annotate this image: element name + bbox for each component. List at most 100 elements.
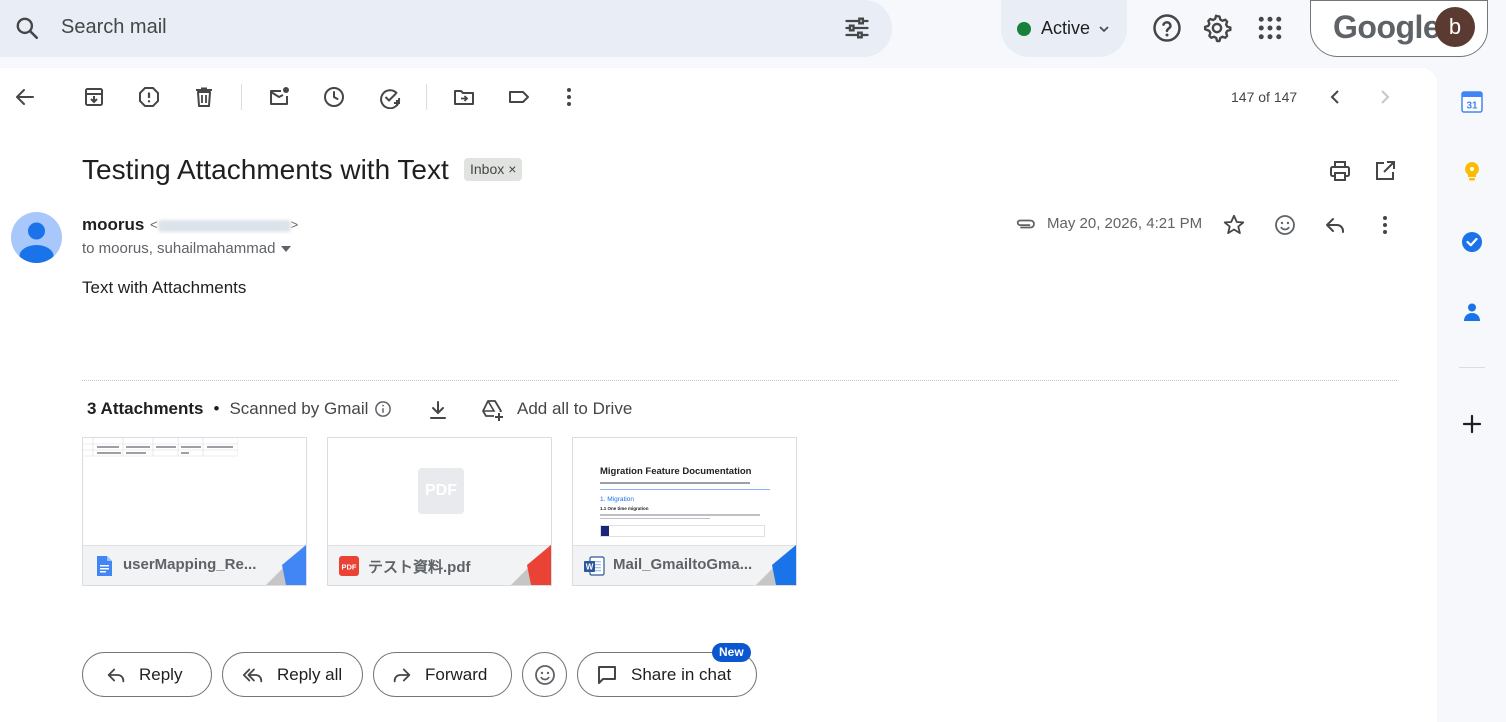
snooze-clock-icon[interactable] xyxy=(322,85,346,109)
report-spam-icon[interactable] xyxy=(137,85,161,109)
attachment-filename: Mail_GmailtoGma... xyxy=(613,556,753,573)
email-bracket-open: < xyxy=(150,217,158,232)
drive-add-icon[interactable] xyxy=(480,398,504,422)
pdf-file-icon: PDF xyxy=(339,556,359,576)
status-dot xyxy=(1017,21,1031,36)
reply-icon xyxy=(107,668,125,682)
more-vert-icon[interactable] xyxy=(557,85,581,109)
add-all-to-drive-button[interactable]: Add all to Drive xyxy=(517,399,632,419)
side-panel: 31 xyxy=(1437,68,1506,722)
status-label: Active xyxy=(1041,18,1091,38)
search-options-icon[interactable] xyxy=(843,14,871,42)
share-in-chat-label: Share in chat xyxy=(631,664,732,684)
info-icon[interactable] xyxy=(374,400,392,418)
preview-title: Migration Feature Documentation xyxy=(600,466,752,477)
attachment-card-spreadsheet[interactable]: userMapping_Re... xyxy=(82,437,307,586)
reply-icon[interactable] xyxy=(1323,213,1347,237)
reply-all-icon xyxy=(242,668,263,682)
sheet-preview-thumbnail xyxy=(83,438,238,458)
svg-text:31: 31 xyxy=(1466,101,1478,112)
inbox-label-chip[interactable]: Inbox × xyxy=(464,158,523,181)
emoji-reaction-icon[interactable] xyxy=(1273,213,1297,237)
move-to-folder-icon[interactable] xyxy=(452,85,476,109)
preview-subheading: 1.1 One time migration xyxy=(600,506,649,511)
sender-email: < > xyxy=(150,217,298,232)
forward-button[interactable]: Forward xyxy=(373,652,512,697)
reply-all-button[interactable]: Reply all xyxy=(222,652,363,697)
download-all-icon[interactable] xyxy=(426,398,450,422)
search-icon[interactable] xyxy=(14,15,40,41)
apps-grid-icon[interactable] xyxy=(1255,13,1285,43)
search-input[interactable]: Search mail xyxy=(61,16,167,39)
preview-text-line xyxy=(600,514,760,516)
email-subject: Testing Attachments with Text xyxy=(82,154,449,185)
word-doc-icon: W xyxy=(584,556,605,576)
attachment-card-pdf[interactable]: PDF PDF テスト資料.pdf xyxy=(327,437,552,586)
attachment-footer: W Mail_GmailtoGma... xyxy=(573,545,796,585)
preview-rule xyxy=(600,489,770,490)
google-docs-icon xyxy=(97,556,112,576)
attachment-filename: userMapping_Re... xyxy=(123,556,257,573)
print-icon[interactable] xyxy=(1328,159,1352,183)
forward-label: Forward xyxy=(425,664,488,684)
file-type-corner xyxy=(266,545,306,585)
caret-down-icon[interactable] xyxy=(281,246,292,253)
pagination-count: 147 of 147 xyxy=(1231,89,1298,105)
recipients-line[interactable]: to moorus, suhailmahammad xyxy=(82,240,292,257)
attachment-footer: userMapping_Re... xyxy=(83,545,306,585)
add-icon[interactable] xyxy=(1461,413,1483,435)
message-view: 147 of 147 Testing Attachments with Text… xyxy=(0,68,1437,722)
reply-all-label: Reply all xyxy=(277,664,343,684)
file-type-corner xyxy=(511,545,551,585)
emoji-react-button[interactable] xyxy=(522,652,567,697)
keep-icon[interactable] xyxy=(1461,160,1483,182)
email-bracket-close: > xyxy=(290,217,299,232)
back-arrow-icon[interactable] xyxy=(13,85,37,109)
person-icon xyxy=(19,222,54,263)
contacts-icon[interactable] xyxy=(1461,301,1483,323)
preview-embed-box xyxy=(600,525,765,537)
mark-unread-icon[interactable] xyxy=(267,85,291,109)
add-to-tasks-icon[interactable] xyxy=(378,85,402,109)
open-in-new-window-icon[interactable] xyxy=(1373,159,1397,183)
chevron-left-icon[interactable] xyxy=(1323,85,1347,109)
search-bar[interactable]: Search mail xyxy=(0,0,892,57)
toolbar-divider xyxy=(426,84,427,110)
chevron-right-icon xyxy=(1381,90,1390,104)
star-icon[interactable] xyxy=(1222,213,1246,237)
bullet-separator: • xyxy=(213,399,220,418)
help-icon[interactable] xyxy=(1152,13,1182,43)
scanned-label: Scanned by Gmail xyxy=(229,399,369,418)
more-vert-icon[interactable] xyxy=(1373,213,1397,237)
inbox-chip-label: Inbox xyxy=(470,161,505,177)
reply-button[interactable]: Reply xyxy=(82,652,212,697)
label-icon[interactable] xyxy=(507,85,531,109)
settings-gear-icon[interactable] xyxy=(1202,13,1232,43)
status-selector[interactable]: Active xyxy=(1001,0,1127,57)
attachment-card-word[interactable]: Migration Feature Documentation 1. Migra… xyxy=(572,437,797,586)
sender-avatar[interactable] xyxy=(11,212,62,263)
delete-icon[interactable] xyxy=(192,85,216,109)
chat-bubble-icon xyxy=(598,665,616,684)
account-avatar[interactable]: b xyxy=(1435,7,1475,47)
preview-meta-line xyxy=(600,482,750,484)
sender-name[interactable]: moorus xyxy=(82,215,144,235)
recipients-text: to moorus, suhailmahammad xyxy=(82,240,276,257)
forward-arrow-icon xyxy=(393,668,411,682)
toolbar-divider xyxy=(241,84,242,110)
calendar-icon[interactable]: 31 xyxy=(1461,91,1483,113)
attachments-divider xyxy=(82,380,1397,381)
svg-text:W: W xyxy=(586,563,594,572)
attachment-footer: PDF テスト資料.pdf xyxy=(328,545,551,585)
emoji-icon xyxy=(535,665,555,685)
pdf-preview-placeholder: PDF xyxy=(418,468,464,514)
archive-icon[interactable] xyxy=(82,85,106,109)
attachment-clip-icon xyxy=(1016,219,1035,229)
email-date: May 20, 2026, 4:21 PM xyxy=(1047,215,1203,232)
account-switcher[interactable]: Google b xyxy=(1310,0,1488,57)
side-panel-divider xyxy=(1459,367,1485,368)
redacted-email xyxy=(157,219,291,232)
close-icon[interactable]: × xyxy=(508,161,516,177)
reply-label: Reply xyxy=(139,664,183,684)
tasks-icon[interactable] xyxy=(1461,231,1483,253)
